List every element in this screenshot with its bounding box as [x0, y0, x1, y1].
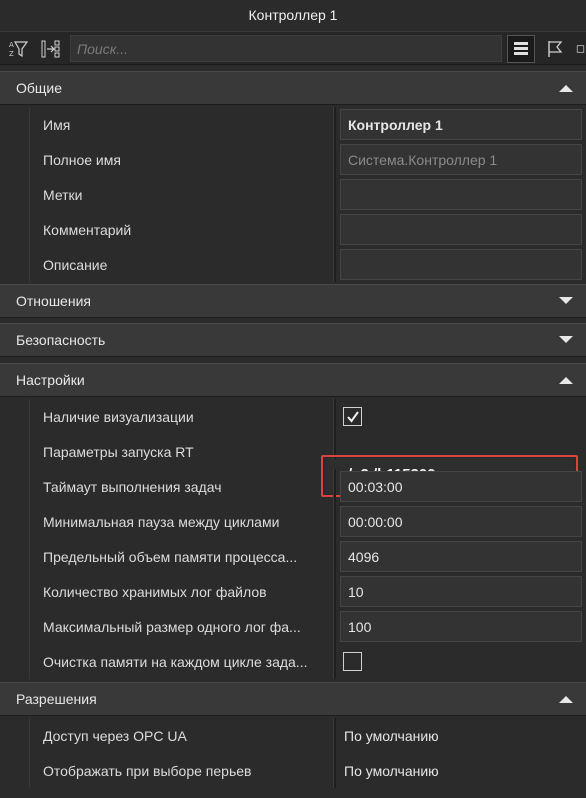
property-label: Отображать при выборе перьев — [43, 762, 252, 779]
property-label: Параметры запуска RT — [43, 443, 194, 460]
extra-icon — [576, 45, 585, 53]
collapse-up-icon[interactable] — [558, 694, 574, 704]
task-timeout-field[interactable]: 00:03:00 — [340, 471, 582, 502]
property-row-log-count: Количество хранимых лог файлов 10 — [0, 574, 586, 609]
property-row-full-name: Полное имя Система.Контроллер 1 — [0, 142, 586, 177]
property-label: Предельный объем памяти процесса... — [43, 548, 298, 565]
opc-access-dropdown[interactable]: По умолчанию — [340, 720, 582, 751]
property-row-name: Имя Контроллер 1 — [0, 107, 586, 142]
extra-button[interactable] — [575, 35, 586, 63]
collapse-up-icon[interactable] — [558, 375, 574, 385]
toolbar: A Z — [0, 31, 586, 65]
property-row-min-pause: Минимальная пауза между циклами 00:00:00 — [0, 504, 586, 539]
min-pause-field[interactable]: 00:00:00 — [340, 506, 582, 537]
section-title: Отношения — [16, 293, 91, 309]
tags-field[interactable] — [340, 179, 582, 210]
search-input[interactable] — [70, 35, 502, 62]
property-label: Максимальный размер одного лог фа... — [43, 618, 301, 635]
section-settings[interactable]: Настройки — [0, 363, 586, 397]
property-row-description: Описание — [0, 247, 586, 282]
property-row-log-size: Максимальный размер одного лог фа... 100 — [0, 609, 586, 644]
property-label: Таймаут выполнения задач — [43, 478, 222, 495]
full-name-field: Система.Контроллер 1 — [340, 144, 582, 175]
expand-down-icon[interactable] — [558, 335, 574, 345]
collapse-icon — [41, 40, 60, 58]
collapse-button[interactable] — [36, 35, 64, 63]
property-label: Доступ через OPC UA — [43, 727, 187, 744]
checkmark-icon — [346, 410, 359, 423]
visualization-checkbox[interactable] — [343, 407, 362, 426]
section-title: Безопасность — [16, 332, 106, 348]
log-count-field[interactable]: 10 — [340, 576, 582, 607]
log-size-field[interactable]: 100 — [340, 611, 582, 642]
sort-filter-button[interactable]: A Z — [4, 35, 32, 63]
property-label: Комментарий — [43, 221, 132, 238]
property-row-comment: Комментарий — [0, 212, 586, 247]
flag-button[interactable] — [541, 35, 569, 63]
property-row-tags: Метки — [0, 177, 586, 212]
pen-display-dropdown[interactable]: По умолчанию — [340, 755, 582, 786]
window-title: Контроллер 1 — [0, 0, 586, 30]
description-field[interactable] — [340, 249, 582, 280]
sort-filter-icon: A Z — [9, 41, 29, 58]
list-view-button[interactable] — [507, 35, 535, 63]
property-row-task-timeout: Таймаут выполнения задач 00:03:00 — [0, 469, 586, 504]
property-label: Наличие визуализации — [43, 408, 194, 425]
section-permissions[interactable]: Разрешения — [0, 682, 586, 716]
property-row-mem-cleanup: Очистка памяти на каждом цикле зада... — [0, 644, 586, 679]
collapse-up-icon[interactable] — [558, 83, 574, 93]
property-label: Описание — [43, 256, 108, 273]
name-field[interactable]: Контроллер 1 — [340, 109, 582, 140]
list-view-icon — [514, 42, 528, 55]
section-title: Общие — [16, 80, 63, 96]
mem-cleanup-checkbox[interactable] — [343, 652, 362, 671]
property-row-mem-limit: Предельный объем памяти процесса... 4096 — [0, 539, 586, 574]
property-label: Имя — [43, 116, 71, 133]
comment-field[interactable] — [340, 214, 582, 245]
section-title: Разрешения — [16, 691, 97, 707]
mem-limit-field[interactable]: 4096 — [340, 541, 582, 572]
property-row-pen-display: Отображать при выборе перьев По умолчани… — [0, 753, 586, 788]
section-security[interactable]: Безопасность — [0, 323, 586, 357]
property-label: Полное имя — [43, 151, 121, 168]
property-label: Метки — [43, 186, 83, 203]
section-relations[interactable]: Отношения — [0, 284, 586, 318]
property-row-opc-access: Доступ через OPC UA По умолчанию — [0, 718, 586, 753]
flag-icon — [548, 41, 563, 57]
property-label: Минимальная пауза между циклами — [43, 513, 280, 530]
svg-text:A: A — [9, 41, 14, 49]
property-label: Количество хранимых лог файлов — [43, 583, 267, 600]
svg-text:Z: Z — [9, 50, 14, 58]
property-row-visualization: Наличие визуализации — [0, 399, 586, 434]
section-general[interactable]: Общие — [0, 71, 586, 105]
expand-down-icon[interactable] — [558, 296, 574, 306]
section-title: Настройки — [16, 372, 85, 388]
property-label: Очистка памяти на каждом цикле зада... — [43, 653, 308, 670]
